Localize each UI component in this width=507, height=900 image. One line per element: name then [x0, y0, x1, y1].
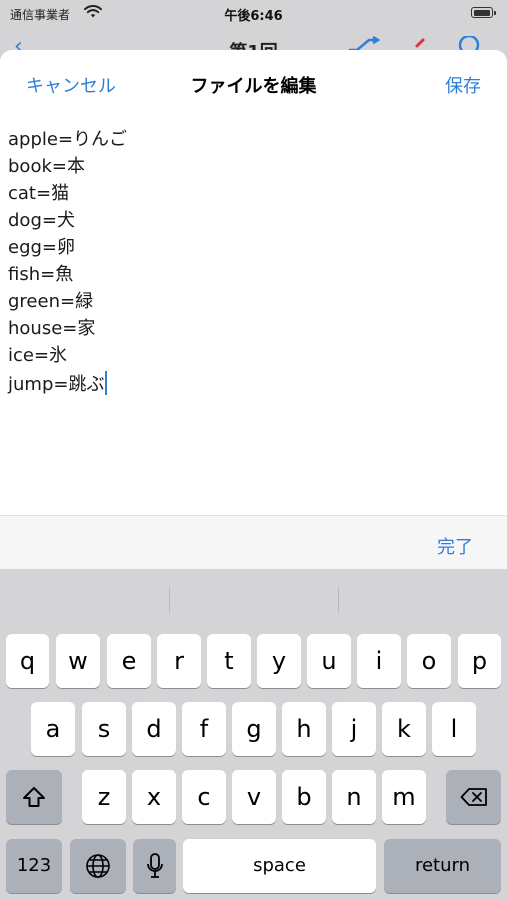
dictation-key[interactable]	[133, 839, 176, 893]
key-g[interactable]: g	[232, 702, 276, 756]
key-p[interactable]: p	[458, 634, 501, 688]
battery-icon	[471, 7, 496, 18]
editor-line: ice=氷	[8, 345, 68, 366]
editor-line-last: jump=跳ぶ	[8, 371, 108, 397]
key-z[interactable]: z	[82, 770, 126, 824]
editor-line: apple=りんご	[8, 129, 128, 150]
key-e[interactable]: e	[107, 634, 151, 688]
key-d[interactable]: d	[132, 702, 176, 756]
key-w[interactable]: w	[56, 634, 100, 688]
key-u[interactable]: u	[307, 634, 351, 688]
key-c[interactable]: c	[182, 770, 226, 824]
globe-icon	[86, 854, 110, 878]
status-bar: 通信事業者 午後6:46	[0, 0, 507, 28]
keyboard: q w e r t y u i o p a s d f g h j k l z …	[0, 569, 507, 900]
editor-line-text: jump=跳ぶ	[8, 374, 105, 395]
editor-line: cat=猫	[8, 183, 70, 204]
suggestion-bar[interactable]	[0, 569, 507, 629]
return-key[interactable]: return	[384, 839, 501, 893]
key-r[interactable]: r	[157, 634, 201, 688]
key-x[interactable]: x	[132, 770, 176, 824]
key-k[interactable]: k	[382, 702, 426, 756]
sheet-header: キャンセル ファイルを編集 保存	[0, 50, 507, 114]
editor-line: dog=犬	[8, 210, 75, 231]
done-button[interactable]: 完了	[437, 533, 473, 559]
editor-line: book=本	[8, 156, 85, 177]
key-y[interactable]: y	[257, 634, 301, 688]
check-icon	[415, 38, 425, 48]
delete-key[interactable]	[446, 770, 501, 824]
suggestion-divider	[338, 587, 339, 613]
key-h[interactable]: h	[282, 702, 326, 756]
space-key[interactable]: space	[183, 839, 376, 893]
mic-icon	[146, 853, 163, 878]
editor-line: house=家	[8, 318, 96, 339]
key-n[interactable]: n	[332, 770, 376, 824]
editor-line: fish=魚	[8, 264, 74, 285]
key-t[interactable]: t	[207, 634, 251, 688]
suggestion-divider	[169, 587, 170, 613]
numbers-key[interactable]: 123	[6, 839, 62, 893]
input-accessory-bar: 完了	[0, 515, 507, 570]
shift-key[interactable]	[6, 770, 62, 824]
key-j[interactable]: j	[332, 702, 376, 756]
key-a[interactable]: a	[31, 702, 75, 756]
editor-line: egg=卵	[8, 237, 76, 258]
edit-file-sheet: キャンセル ファイルを編集 保存 apple=りんご book=本 cat=猫 …	[0, 50, 507, 568]
key-m[interactable]: m	[382, 770, 426, 824]
key-q[interactable]: q	[6, 634, 49, 688]
key-s[interactable]: s	[82, 702, 126, 756]
delete-icon	[460, 788, 487, 806]
key-l[interactable]: l	[432, 702, 476, 756]
key-o[interactable]: o	[407, 634, 451, 688]
editor-line: green=緑	[8, 291, 94, 312]
key-b[interactable]: b	[282, 770, 326, 824]
clock: 午後6:46	[224, 9, 283, 24]
key-v[interactable]: v	[232, 770, 276, 824]
globe-key[interactable]	[70, 839, 126, 893]
key-f[interactable]: f	[182, 702, 226, 756]
text-cursor	[105, 371, 108, 395]
key-i[interactable]: i	[357, 634, 401, 688]
shift-icon	[23, 787, 45, 807]
cancel-button[interactable]: キャンセル	[26, 72, 116, 98]
shuffle-icon	[349, 36, 381, 52]
file-text-editor[interactable]: apple=りんご book=本 cat=猫 dog=犬 egg=卵 fish=…	[0, 124, 507, 514]
save-button[interactable]: 保存	[445, 72, 481, 98]
